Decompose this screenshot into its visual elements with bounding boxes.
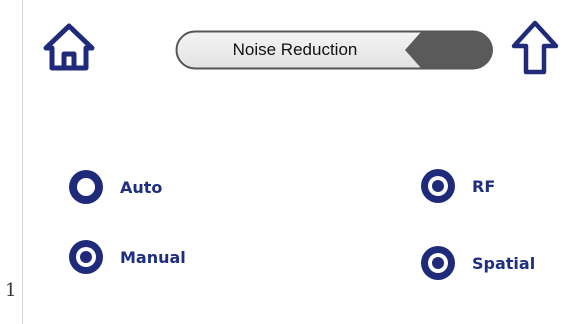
title-bar: Noise Reduction [175, 30, 493, 70]
radio-selected-icon[interactable] [418, 166, 458, 206]
screen: 1 Noise Reduction Auto Manual RF Spatial [0, 0, 573, 324]
option-manual-label: Manual [120, 247, 186, 267]
option-spatial[interactable]: Spatial [418, 243, 535, 283]
radio-unselected-icon[interactable] [66, 167, 106, 207]
option-auto-label: Auto [120, 177, 163, 197]
option-auto[interactable]: Auto [66, 167, 162, 207]
left-divider [22, 0, 23, 324]
up-arrow-icon [511, 20, 559, 75]
home-button[interactable] [40, 22, 98, 72]
radio-selected-icon[interactable] [418, 243, 458, 283]
option-rf[interactable]: RF [418, 166, 495, 206]
option-rf-label: RF [472, 176, 496, 196]
home-icon [43, 23, 95, 71]
radio-selected-icon[interactable] [66, 237, 106, 277]
page-title: Noise Reduction [232, 40, 358, 59]
up-button[interactable] [510, 20, 560, 76]
option-spatial-label: Spatial [472, 253, 536, 273]
page-number: 1 [5, 280, 17, 301]
option-manual[interactable]: Manual [66, 237, 186, 277]
